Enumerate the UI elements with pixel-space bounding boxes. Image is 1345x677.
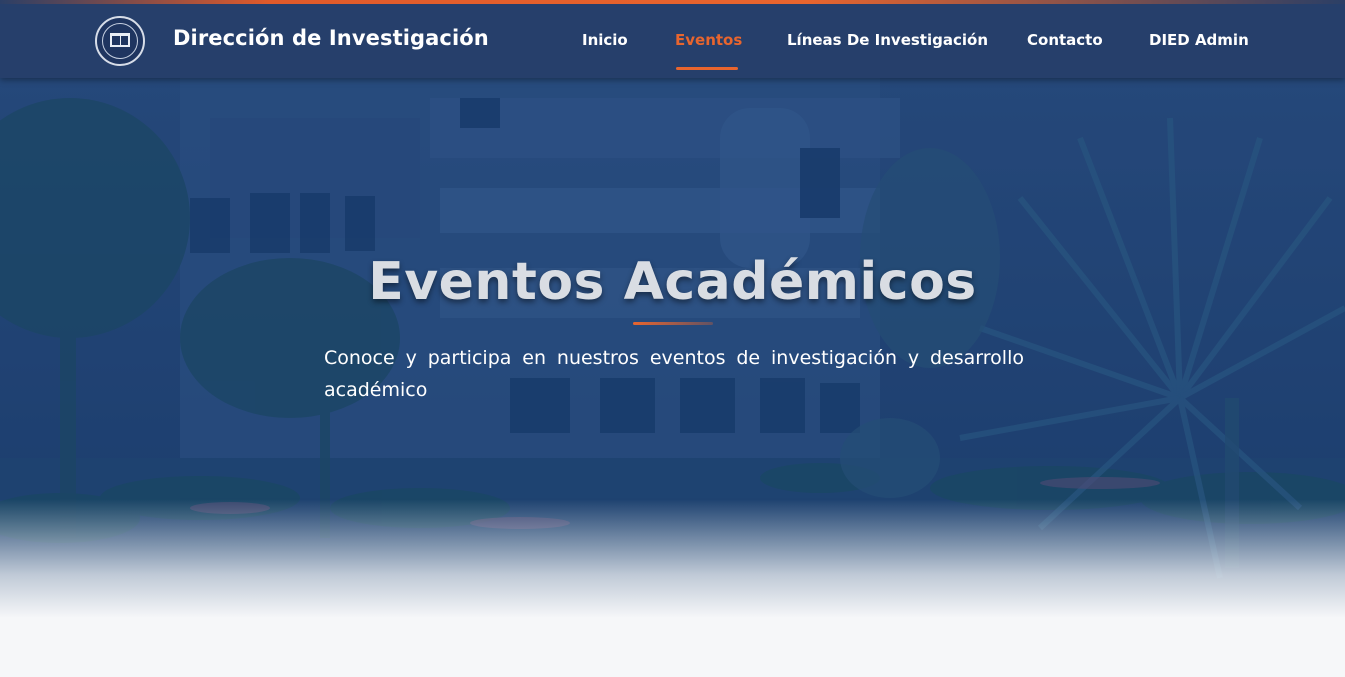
accent-top-bar	[0, 0, 1345, 4]
hero-banner: Eventos Académicos Conoce y participa en…	[0, 78, 1345, 618]
nav-contacto[interactable]: Contacto	[1027, 31, 1103, 49]
title-underline	[633, 322, 713, 325]
hero-subtitle: Conoce y participa en nuestros eventos d…	[324, 347, 1024, 401]
nav-inicio[interactable]: Inicio	[582, 31, 628, 49]
page-content	[0, 618, 1345, 677]
nav-died-admin[interactable]: DIED Admin	[1149, 31, 1249, 49]
university-seal-icon[interactable]	[95, 16, 145, 66]
active-nav-indicator	[676, 67, 738, 70]
brand-title[interactable]: Dirección de Investigación	[173, 26, 489, 50]
nav-lineas-de-investigacion[interactable]: Líneas De Investigación	[787, 31, 988, 49]
nav-eventos[interactable]: Eventos	[675, 31, 742, 49]
navbar: Dirección de Investigación Inicio Evento…	[0, 4, 1345, 78]
hero-title: Eventos Académicos	[368, 252, 977, 312]
